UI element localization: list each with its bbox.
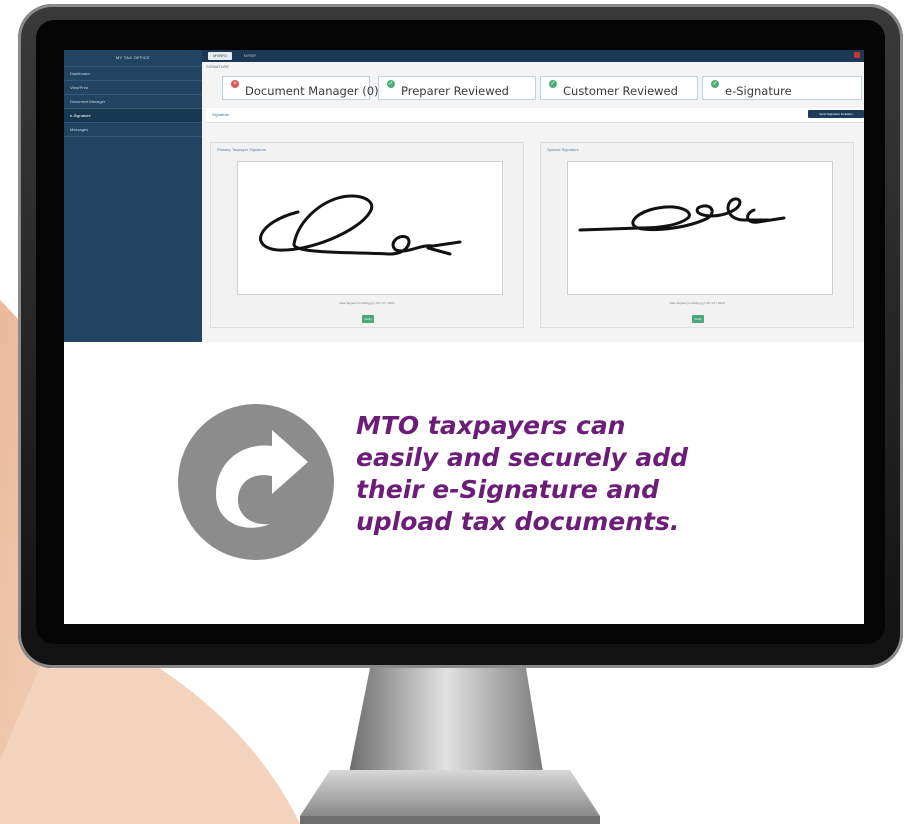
check-status-icon: ✓ (387, 80, 395, 88)
card-title: Primary Taxpayer Signature (217, 147, 267, 152)
signature-section-label: Signature (212, 112, 230, 117)
app-brand: MY TAX OFFICE (64, 50, 202, 67)
sidebar-item-messages[interactable]: Messages (64, 123, 202, 137)
message-line: upload tax documents. (356, 507, 680, 536)
close-icon[interactable] (854, 52, 860, 58)
sidebar-item-document-manager[interactable]: Document Manager (64, 95, 202, 109)
step-label: Preparer Reviewed (401, 84, 509, 98)
message-line: easily and securely add (356, 443, 689, 472)
signature-stroke (259, 194, 462, 256)
step-label: Document Manager (0) (245, 84, 379, 98)
sidebar-item-dashboard[interactable]: Dashboard (64, 67, 202, 81)
signature-stroke (578, 197, 786, 232)
date-signed: Date Signed (mm/dd/yyyy): 03 / 07 / 2023 (339, 301, 395, 305)
signature-pad[interactable] (567, 161, 833, 295)
date-signed: Date Signed (mm/dd/yyyy): 03 / 07 / 2023 (669, 301, 725, 305)
card-title: Spouse Signature (547, 147, 579, 152)
verify-button[interactable]: Verify (692, 315, 704, 323)
verify-button[interactable]: Verify (362, 315, 374, 323)
step-preparer-reviewed[interactable]: ✓ Preparer Reviewed (378, 76, 536, 100)
message-line: MTO taxpayers can (356, 411, 626, 440)
tab-myinfo[interactable]: MYINFO (208, 52, 232, 60)
error-status-icon: × (231, 80, 239, 88)
top-bar: MYINFO MYREF (202, 50, 864, 62)
spouse-signature-card: Spouse Signature Date Signed (mm/dd/yyyy… (540, 142, 854, 328)
primary-signature-card: Primary Taxpayer Signature Date Signed (… (210, 142, 524, 328)
check-status-icon: ✓ (549, 80, 557, 88)
message-line: their e-Signature and (356, 475, 660, 504)
sidebar-item-view-print[interactable]: View/Print (64, 81, 202, 95)
step-label: e-Signature (725, 84, 792, 98)
signature-section-header: Signature Send Signature Invitation (206, 108, 864, 123)
sidebar: MY TAX OFFICE Dashboard View/Print Docum… (64, 50, 202, 342)
step-customer-reviewed[interactable]: ✓ Customer Reviewed (540, 76, 698, 100)
marketing-message: MTO taxpayers can easily and securely ad… (356, 410, 786, 538)
check-status-icon: ✓ (711, 80, 719, 88)
breadcrumb: SIGNATURE (206, 64, 230, 69)
send-signature-button[interactable]: Send Signature Invitation (808, 110, 864, 118)
tax-portal-app: MY TAX OFFICE Dashboard View/Print Docum… (64, 50, 864, 342)
step-e-signature[interactable]: ✓ e-Signature (702, 76, 862, 100)
step-document-manager[interactable]: × Document Manager (0) (222, 76, 379, 100)
step-label: Customer Reviewed (563, 84, 678, 98)
sidebar-item-e-signature[interactable]: e-Signature (64, 109, 202, 123)
monitor-stand-base (300, 770, 600, 824)
tab-myref[interactable]: MYREF (238, 52, 262, 60)
circular-arrow-icon (178, 404, 334, 560)
signature-pad[interactable] (237, 161, 503, 295)
